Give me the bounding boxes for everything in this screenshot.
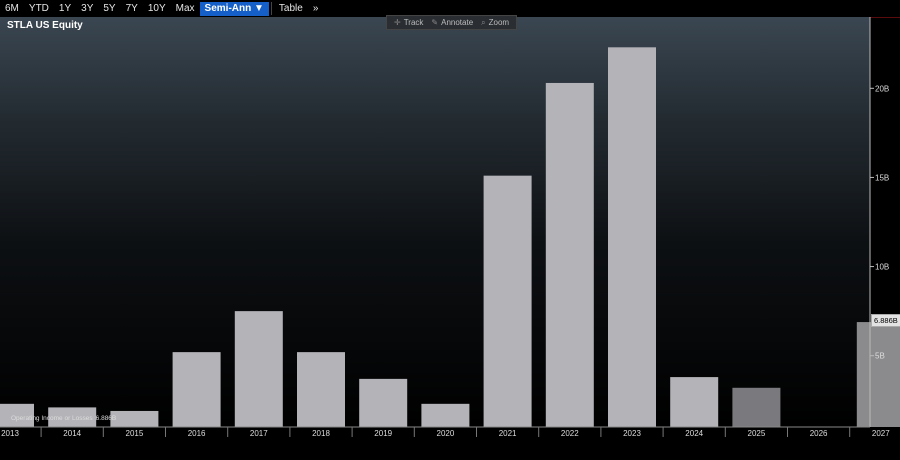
x-tick-label-2022: 2022 [561,429,579,438]
track-button[interactable]: ✛ Track [390,18,427,27]
plot-area [0,17,870,427]
magnifier-icon: ⌕ [481,17,486,27]
chart-title: STLA US Equity [7,20,83,31]
bar-2023[interactable] [608,47,656,427]
track-label: Track [403,18,424,27]
y-tick-label: 5B [875,352,885,361]
bar-2020[interactable] [421,403,470,427]
bar-2019[interactable] [359,378,408,427]
x-tick-label-2026: 2026 [810,429,828,438]
pencil-icon: ✎ [431,18,439,27]
bar-2024[interactable] [670,377,719,427]
x-tick-label-2027: 2027 [872,429,890,438]
chart: 5B 10B 15B 20B 2013 2014 2015 2016 2017 2018 2019… [0,17,900,438]
bar-2015[interactable] [110,410,159,427]
x-tick-label-2023: 2023 [623,429,641,438]
y-tick-label: 15B [875,173,889,182]
legend[interactable]: Operating Income or Losses 6.886B [2,415,116,422]
legend-swatch [2,415,8,422]
x-tick-label-2014: 2014 [63,429,81,438]
legend-label: Operating Income or Losses [11,415,93,422]
last-value-label: 6.886B [871,314,900,327]
bar-2022[interactable] [545,82,594,428]
x-tick-label-2019: 2019 [374,429,392,438]
x-tick-label-2025: 2025 [748,429,766,438]
bar-2016[interactable] [172,352,221,427]
x-tick-label-2013: 2013 [1,429,19,438]
x-tick-label-2020: 2020 [437,429,455,438]
annotate-button[interactable]: ✎ Annotate [427,18,477,27]
x-tick-label-2016: 2016 [188,429,206,438]
bar-2017[interactable] [234,311,283,427]
y-tick-label: 20B [875,84,889,93]
bar-2027[interactable] [856,322,900,427]
x-tick-label-2018: 2018 [312,429,330,438]
crosshair-icon: ✛ [394,18,401,27]
bar-2018[interactable] [297,352,345,427]
y-tick-label: 10B [875,263,889,272]
x-tick-label-2021: 2021 [499,429,517,438]
bar-2021[interactable] [483,175,532,427]
annotate-label: Annotate [441,18,474,27]
chart-tools: ✛ Track ✎ Annotate ⌕ Zoom [386,15,518,30]
zoom-label: Zoom [488,18,510,27]
x-tick-label-2015: 2015 [126,429,144,438]
legend-value: 6.886B [95,415,117,422]
bar-2025[interactable] [732,387,781,427]
x-tick-label-2017: 2017 [250,429,268,438]
x-tick-label-2024: 2024 [685,429,703,438]
zoom-button[interactable]: ⌕ Zoom [477,18,513,28]
